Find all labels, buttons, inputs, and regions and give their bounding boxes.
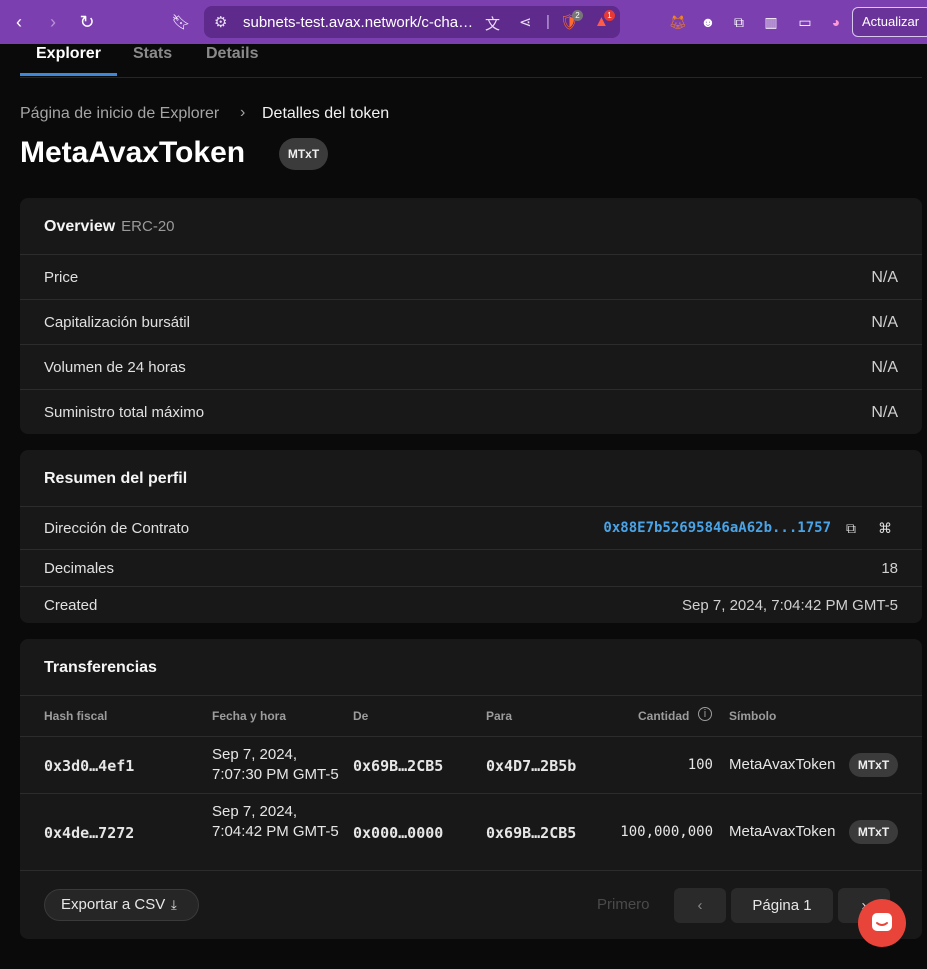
share-icon[interactable]: ⋖: [519, 13, 532, 31]
max-supply-label: Suministro total máximo: [44, 404, 205, 421]
overview-heading: Overview ERC-20: [44, 218, 175, 236]
tab-details[interactable]: Details: [206, 45, 258, 63]
tabs-divider: [20, 77, 922, 78]
current-page-indicator: Página 1: [731, 888, 833, 923]
first-page-button[interactable]: Primero: [597, 896, 650, 913]
column-header-amount: Cantidad: [638, 709, 690, 723]
back-icon[interactable]: ‹: [8, 11, 30, 33]
chevron-left-icon: ‹: [697, 897, 703, 914]
tx-date: Sep 7, 2024, 7:04:42 PM GMT-5: [212, 803, 339, 840]
tab-explorer[interactable]: Explorer: [36, 45, 101, 63]
previous-page-button[interactable]: ‹: [674, 888, 726, 923]
token-standard: ERC-20: [121, 218, 175, 235]
qr-code-icon[interactable]: ⌘: [876, 519, 894, 537]
copy-icon[interactable]: ⧉: [842, 519, 860, 537]
tx-symbol-name: MetaAvaxToken: [729, 756, 836, 773]
wallet-icon[interactable]: ▭: [795, 12, 815, 32]
tx-to-link[interactable]: 0x69B…2CB5: [486, 824, 576, 842]
export-csv-label: Exportar a CSV: [61, 896, 166, 913]
tx-date: Sep 7, 2024, 7:07:30 PM GMT-5: [212, 746, 339, 783]
overview-title: Overview: [44, 218, 116, 235]
tx-hash-link[interactable]: 0x3d0…4ef1: [44, 757, 134, 775]
address-divider: |: [546, 13, 550, 30]
column-header-date: Fecha y hora: [212, 709, 287, 723]
overview-card: Overview ERC-20 Price N/A Capitalización …: [20, 198, 922, 434]
column-header-symbol: Símbolo: [729, 709, 777, 723]
extensions-icon[interactable]: ⧉: [729, 12, 749, 32]
tx-symbol-name: MetaAvaxToken: [729, 823, 836, 840]
active-tab-indicator: [20, 73, 117, 76]
market-cap-value: N/A: [871, 314, 898, 331]
divider: [20, 506, 922, 507]
download-icon: ⤓: [171, 897, 177, 912]
tx-to-link[interactable]: 0x4D7…2B5b: [486, 757, 576, 775]
translate-icon[interactable]: 文: [485, 13, 500, 34]
price-value: N/A: [871, 269, 898, 286]
divider: [20, 254, 922, 255]
transfers-title: Transferencias: [44, 659, 157, 676]
max-supply-value: N/A: [871, 404, 898, 421]
breadcrumb-home[interactable]: Página de inicio de Explorer: [20, 105, 219, 123]
decimals-label: Decimales: [44, 560, 115, 577]
decimals-value: 18: [881, 560, 898, 577]
divider: [20, 389, 922, 390]
divider: [20, 736, 922, 737]
divider: [20, 695, 922, 696]
divider: [20, 586, 922, 587]
transfers-card: Transferencias Hash fiscal Fecha y hora …: [20, 639, 922, 939]
chat-support-button[interactable]: [858, 899, 906, 947]
export-csv-button[interactable]: Exportar a CSV ⤓: [44, 889, 199, 921]
column-header-from: De: [353, 709, 369, 723]
tx-symbol-badge: MTxT: [849, 820, 898, 844]
tx-symbol-badge: MTxT: [849, 753, 898, 777]
address-bar[interactable]: ⚙︎ subnets-test.avax.network/c-cha… 文 ⋖ …: [204, 6, 620, 38]
bookmark-icon[interactable]: 🔖︎: [170, 11, 192, 33]
tx-amount: 100,000,000: [620, 824, 713, 840]
tab-stats[interactable]: Stats: [133, 45, 172, 63]
token-symbol-badge: MTxT: [279, 138, 328, 170]
info-icon[interactable]: i: [698, 707, 712, 721]
divider: [20, 870, 922, 871]
alert-badge: 1: [604, 10, 615, 21]
extension-face-icon[interactable]: ☻: [698, 12, 718, 32]
brave-badge: 2: [572, 10, 583, 21]
divider: [20, 549, 922, 550]
divider: [20, 344, 922, 345]
contract-label: Dirección de Contrato: [44, 520, 190, 537]
url-text[interactable]: subnets-test.avax.network/c-cha…: [243, 14, 473, 31]
tx-hash-link[interactable]: 0x4de…7272: [44, 824, 134, 842]
divider: [20, 793, 922, 794]
sidebar-icon[interactable]: ▥: [761, 12, 781, 32]
tx-amount: 100: [687, 757, 713, 773]
profile-card: Resumen del perfil Dirección de Contrato…: [20, 450, 922, 623]
profile-title: Resumen del perfil: [44, 470, 188, 487]
volume-value: N/A: [871, 359, 898, 376]
metamask-icon[interactable]: 🦊︎: [668, 12, 688, 32]
tx-from-link[interactable]: 0x000…0000: [353, 824, 443, 842]
tx-from-link[interactable]: 0x69B…2CB5: [353, 757, 443, 775]
contract-address-link[interactable]: 0x88E7b52695846aA62b...1757: [603, 520, 831, 536]
breadcrumb-chevron-icon: ›: [240, 104, 246, 121]
column-header-hash: Hash fiscal: [44, 709, 108, 723]
reload-icon[interactable]: ↻: [76, 11, 98, 33]
column-header-to: Para: [486, 709, 513, 723]
volume-label: Volumen de 24 horas: [44, 359, 186, 376]
price-label: Price: [44, 269, 79, 286]
site-settings-icon[interactable]: ⚙︎: [214, 13, 227, 31]
breadcrumb-current: Detalles del token: [262, 105, 390, 122]
market-cap-label: Capitalización bursátil: [44, 314, 190, 331]
forward-icon[interactable]: ›: [42, 11, 64, 33]
chat-icon: [872, 913, 892, 931]
created-label: Created: [44, 597, 98, 614]
update-button[interactable]: Actualizar: [852, 7, 927, 37]
page-title: MetaAvaxToken: [20, 136, 246, 169]
profile-icon[interactable]: ◕: [826, 12, 846, 32]
browser-toolbar: ‹ › ↻ 🔖︎ ⚙︎ subnets-test.avax.network/c-…: [0, 0, 927, 44]
divider: [20, 299, 922, 300]
created-value: Sep 7, 2024, 7:04:42 PM GMT-5: [682, 597, 898, 614]
